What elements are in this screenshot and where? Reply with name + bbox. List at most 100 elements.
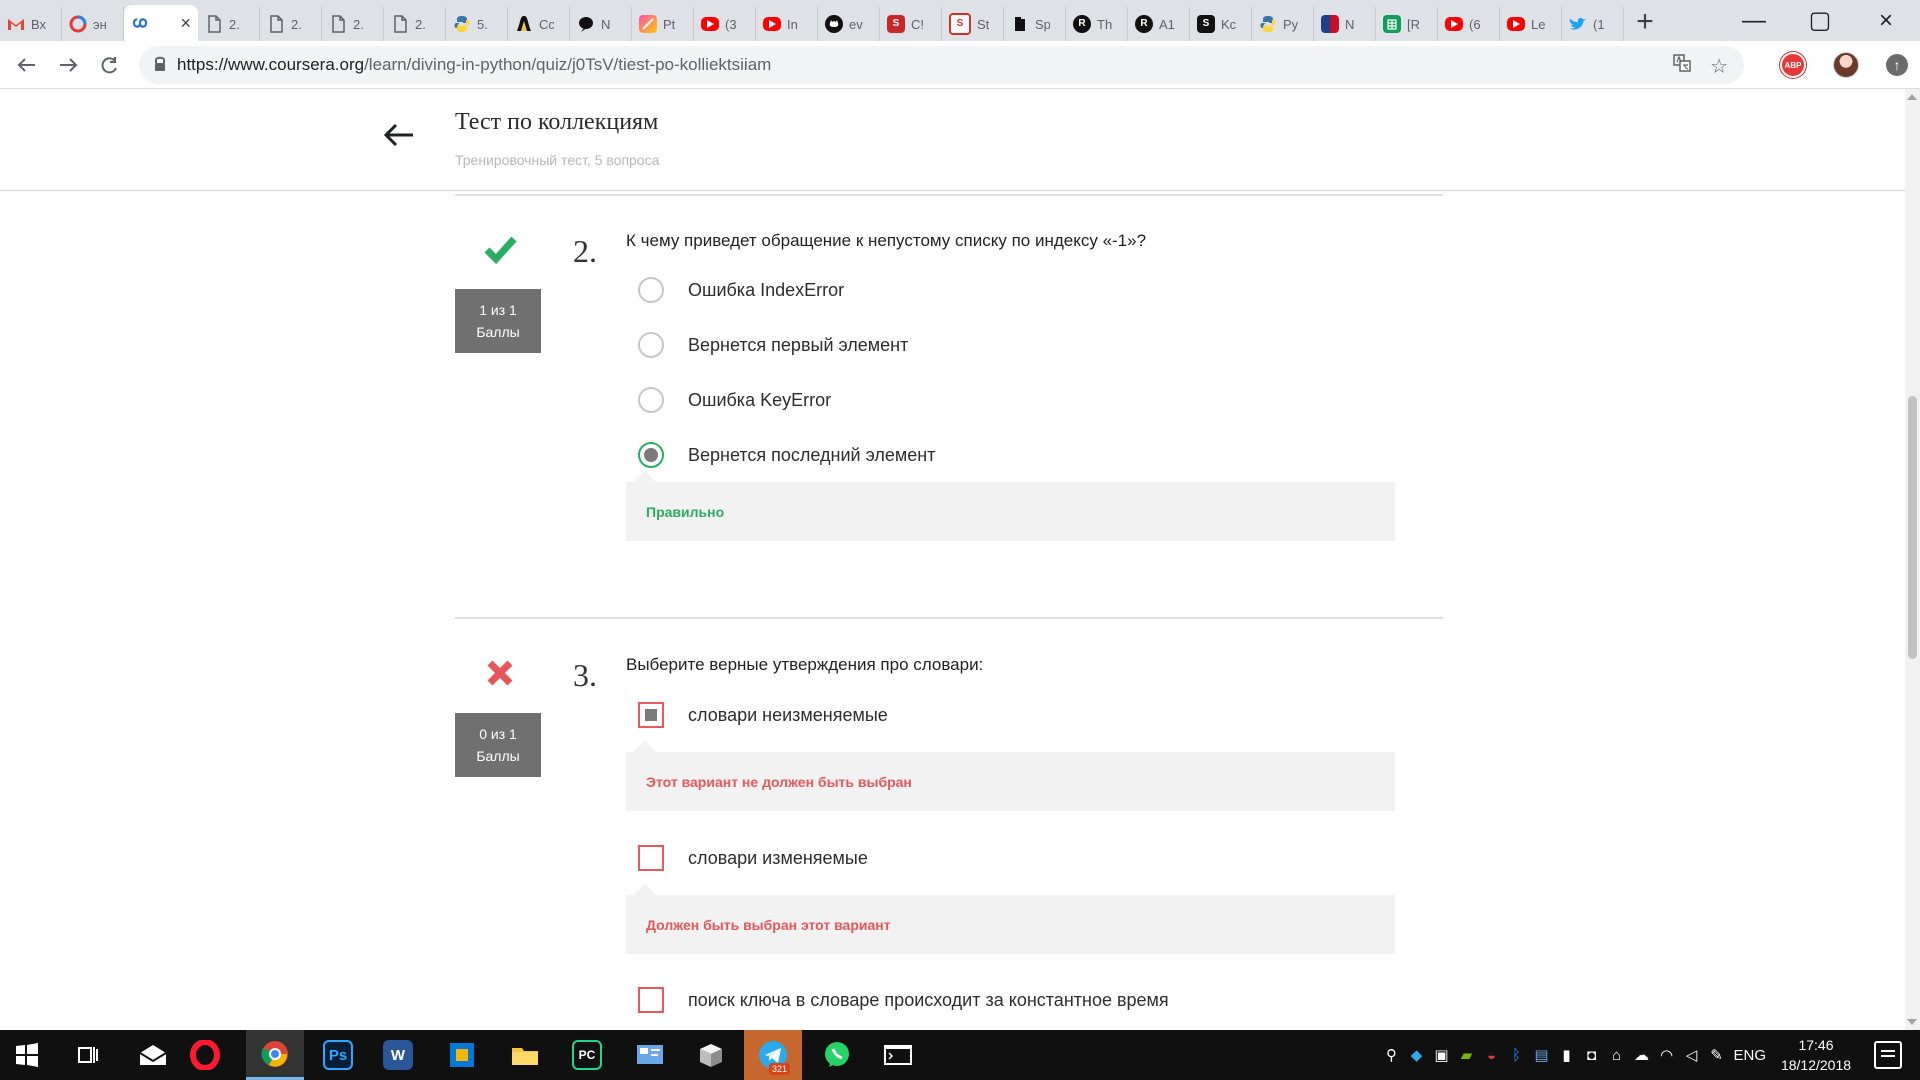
bookmark-star-icon[interactable]: ☆ (1710, 54, 1728, 79)
tab-gmail[interactable]: Вх (0, 7, 62, 41)
cloud-icon[interactable]: ☁ (1633, 1047, 1649, 1064)
tile-icon[interactable] (433, 1030, 491, 1080)
new-tab-button[interactable]: + (1628, 5, 1662, 39)
meeting-icon[interactable]: ⌂ (1608, 1047, 1624, 1064)
address-bar[interactable]: https://www.coursera.org/learn/diving-in… (139, 46, 1744, 84)
bluetooth-icon[interactable]: ᛒ (1508, 1047, 1524, 1064)
copy-icon[interactable]: ▣ (1433, 1047, 1449, 1064)
tab-sheets[interactable]: [R (1376, 7, 1438, 41)
display-icon[interactable]: ▤ (1533, 1047, 1549, 1064)
selected-radio-button[interactable] (638, 442, 664, 468)
tab-github[interactable]: ev (818, 7, 880, 41)
tab-nba[interactable]: N (1314, 7, 1376, 41)
score-box: 0 из 1 Баллы (455, 713, 541, 777)
checkbox[interactable] (638, 845, 664, 871)
tab-book[interactable]: Sp (1004, 7, 1066, 41)
opera-icon[interactable] (176, 1030, 234, 1080)
radio-button[interactable] (638, 332, 664, 358)
whatsapp-icon[interactable] (808, 1030, 866, 1080)
people-icon[interactable]: ⚲ (1383, 1047, 1399, 1064)
tab-document[interactable]: 2. (384, 7, 446, 41)
mail-icon[interactable] (124, 1030, 182, 1080)
adblock-icon[interactable]: ABP (1780, 52, 1806, 78)
gmail-icon (7, 15, 25, 33)
tab-youtube[interactable]: (6 (1438, 7, 1500, 41)
tab-document[interactable]: 2. (198, 7, 260, 41)
shield-icon[interactable]: ◘ (1583, 1047, 1599, 1064)
minimize-icon[interactable]: — (1726, 7, 1782, 35)
task-view-icon[interactable] (58, 1030, 116, 1080)
checkbox[interactable] (638, 987, 664, 1013)
tab-python[interactable]: Py (1252, 7, 1314, 41)
scroll-down-icon[interactable] (1907, 1019, 1917, 1025)
tab-r-circle[interactable]: R A1 (1128, 7, 1190, 41)
tab-youtube[interactable]: (3 (694, 7, 756, 41)
tab-penguin[interactable]: Cc (508, 7, 570, 41)
tab-label: 2. (291, 16, 302, 32)
profile-avatar[interactable] (1833, 52, 1859, 78)
tab-gradient[interactable]: Pt (632, 7, 694, 41)
package-icon[interactable] (682, 1030, 740, 1080)
telegram-badge: 321 (769, 1063, 791, 1075)
tab-document[interactable]: 2. (260, 7, 322, 41)
tab-twitter[interactable]: (1 (1562, 7, 1624, 41)
pycharm-icon[interactable]: PC (558, 1030, 616, 1080)
tab-r-circle[interactable]: R Th (1066, 7, 1128, 41)
tab-python[interactable]: 5. (446, 7, 508, 41)
control-panel-icon[interactable] (621, 1030, 679, 1080)
selected-checkbox[interactable] (638, 702, 664, 728)
answer-option-first-element[interactable]: Вернется первый элемент (638, 328, 908, 362)
tab-label: Le (1531, 16, 1546, 32)
reload-icon[interactable] (92, 49, 126, 81)
answer-text: Ошибка KeyError (688, 389, 832, 410)
nvidia-icon[interactable]: ▰ (1458, 1047, 1474, 1064)
terminal-icon[interactable] (869, 1030, 927, 1080)
tab-s-square[interactable]: S Kc (1190, 7, 1252, 41)
windows-taskbar: Ps W PC 321 ⚲ ◆ ▣ ▰ ◒ ᛒ ▤ ▮ ◘ ⌂ ☁ ◠ ◁ ✎ … (0, 1030, 1920, 1080)
volume-icon[interactable]: ◁ (1683, 1047, 1699, 1064)
answer-option-indexerror[interactable]: Ошибка IndexError (638, 273, 844, 307)
wifi-icon[interactable]: ◠ (1658, 1047, 1674, 1064)
tab-coursera-active[interactable]: × (124, 5, 198, 41)
tab-youtube[interactable]: In (756, 7, 818, 41)
browser-menu-icon[interactable]: ↑ (1886, 54, 1908, 76)
page-scrollbar[interactable] (1905, 89, 1920, 1030)
battery-icon[interactable]: ▮ (1558, 1047, 1574, 1064)
tab-red-s[interactable]: S C! (880, 7, 942, 41)
answer-option-keyerror[interactable]: Ошибка KeyError (638, 383, 831, 417)
scrollbar-thumb[interactable] (1908, 396, 1917, 659)
radio-button[interactable] (638, 277, 664, 303)
back-icon[interactable] (10, 49, 44, 81)
tab-document[interactable]: 2. (322, 7, 384, 41)
forward-icon[interactable] (51, 49, 85, 81)
score-value: 1 из 1 (479, 302, 517, 318)
answer-option-dict-immutable-selected[interactable]: словари неизменяемые (638, 698, 888, 732)
question-text: Выберите верные утверждения про словари: (626, 655, 984, 674)
tab-spinner[interactable]: эн (62, 7, 124, 41)
chrome-icon[interactable] (246, 1030, 304, 1080)
maximize-icon[interactable]: ▢ (1792, 6, 1848, 35)
windows-start-icon[interactable] (15, 1043, 39, 1067)
language-indicator[interactable]: ENG (1733, 1047, 1766, 1064)
lock-icon (153, 56, 167, 72)
clock[interactable]: 17:46 18/12/2018 (1775, 1035, 1857, 1075)
pen-icon[interactable]: ✎ (1708, 1047, 1724, 1064)
photoshop-icon[interactable]: Ps (309, 1030, 367, 1080)
radio-button[interactable] (638, 387, 664, 413)
close-window-icon[interactable]: × (1858, 7, 1914, 35)
answer-option-constant-time-lookup[interactable]: поиск ключа в словаре происходит за конс… (638, 983, 1169, 1017)
notification-center-icon[interactable] (1874, 1041, 1902, 1069)
word-icon[interactable]: W (369, 1030, 427, 1080)
tab-youtube[interactable]: Le (1500, 7, 1562, 41)
translate-icon[interactable] (1672, 53, 1692, 79)
answer-option-dict-mutable[interactable]: словари изменяемые (638, 841, 868, 875)
tab-red-box[interactable]: S St (942, 7, 1004, 41)
scroll-up-icon[interactable] (1907, 94, 1917, 100)
back-arrow-icon[interactable] (382, 121, 416, 149)
security-icon[interactable]: ◒ (1483, 1047, 1499, 1064)
telegram-tray-icon[interactable]: ◆ (1408, 1047, 1424, 1064)
close-icon[interactable]: × (180, 14, 191, 32)
tab-speech[interactable]: N (570, 7, 632, 41)
answer-option-last-element-selected[interactable]: Вернется последний элемент (638, 438, 935, 472)
file-explorer-icon[interactable] (496, 1030, 554, 1080)
